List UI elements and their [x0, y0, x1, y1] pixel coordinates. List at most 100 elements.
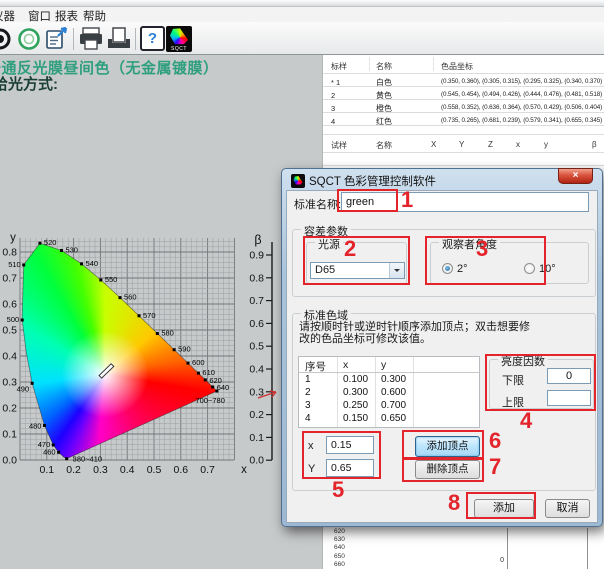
vt-col-x[interactable]: x: [343, 359, 348, 371]
annotation-number-6: 6: [489, 428, 501, 454]
cie-chromaticity-diagram: 0.10.20.30.40.50.60.70.00.10.20.30.40.50…: [0, 230, 250, 498]
col-coords[interactable]: 色品坐标: [441, 61, 473, 72]
wavelength-item: 620: [334, 528, 345, 536]
col-beta[interactable]: β: [592, 140, 597, 149]
vt-cell[interactable]: 1: [305, 374, 311, 385]
vt-cell[interactable]: 0.300: [381, 374, 406, 385]
std-row-coords[interactable]: (0.350, 0.360), (0.305, 0.315), (0.295, …: [441, 78, 602, 85]
col-X[interactable]: X: [431, 140, 436, 149]
col-Z[interactable]: Z: [488, 140, 493, 149]
svg-text:520: 520: [44, 238, 57, 247]
col-standard[interactable]: 标样: [331, 61, 347, 72]
print-icon[interactable]: [78, 26, 104, 52]
vt-divider: [413, 357, 414, 427]
vt-cell[interactable]: 0.300: [343, 387, 368, 398]
wavelength-item: 640: [334, 544, 345, 552]
annotation-box-7: [402, 458, 484, 482]
wavelength-item: 660: [334, 561, 345, 569]
annotation-box-2: [303, 236, 410, 285]
svg-text:500: 500: [7, 315, 20, 324]
toolbar-separator: [135, 28, 136, 50]
svg-text:540: 540: [86, 259, 99, 268]
annotation-box-8: [466, 492, 536, 519]
window-top-edge: [0, 0, 604, 7]
svg-text:0.8: 0.8: [249, 272, 264, 284]
vt-col-y[interactable]: y: [381, 359, 386, 371]
wavelength-list: 620 630 640 650 660: [334, 528, 345, 569]
svg-text:0.2: 0.2: [249, 409, 264, 421]
row-divider: [323, 86, 604, 87]
svg-text:0.7: 0.7: [249, 295, 264, 307]
vt-cell[interactable]: 0.150: [343, 413, 368, 424]
help-glyph: ?: [140, 26, 165, 51]
vt-cell[interactable]: 0.600: [381, 387, 406, 398]
col-name[interactable]: 名称: [376, 61, 392, 72]
annotation-number-2: 2: [344, 236, 356, 262]
vt-cell[interactable]: 0.100: [343, 374, 368, 385]
standard-name-label: 标准名称:: [294, 196, 341, 212]
annotation-number-4: 4: [520, 408, 532, 434]
header-divider: [369, 57, 370, 71]
dialog-app-icon: [291, 174, 305, 188]
col-sample[interactable]: 试样: [331, 140, 347, 151]
print-output-icon[interactable]: [106, 26, 132, 52]
svg-text:0.6: 0.6: [249, 318, 264, 330]
svg-text:570: 570: [143, 311, 156, 320]
annotation-box-6: [402, 430, 484, 459]
svg-text:0.5: 0.5: [249, 341, 264, 353]
toolbar: ? SQCT: [0, 22, 604, 55]
report-export-icon[interactable]: [44, 26, 70, 52]
svg-text:380~410: 380~410: [73, 455, 102, 464]
svg-text:510: 510: [8, 260, 21, 269]
svg-text:470: 470: [38, 440, 51, 449]
vt-cell[interactable]: 4: [305, 413, 311, 424]
vt-divider: [337, 357, 338, 427]
svg-text:580: 580: [161, 328, 174, 337]
annotation-number-8: 8: [448, 490, 460, 516]
wavelength-item: 630: [334, 536, 345, 544]
header-divider: [433, 57, 434, 71]
annotation-number-7: 7: [489, 454, 501, 480]
cie-labels-overlay: 380~410460470480490500510520530540550560…: [0, 230, 250, 498]
vt-cell[interactable]: 2: [305, 387, 311, 398]
svg-text:490: 490: [17, 384, 30, 393]
vt-cell[interactable]: 0.650: [381, 413, 406, 424]
svg-text:0.9: 0.9: [249, 250, 264, 262]
svg-text:0.4: 0.4: [249, 364, 264, 376]
row-divider: [323, 125, 604, 126]
col-y[interactable]: y: [544, 140, 548, 149]
std-row-coords[interactable]: (0.558, 0.352), (0.636, 0.364), (0.570, …: [441, 104, 602, 111]
svg-text:640: 640: [217, 383, 230, 392]
vt-cell[interactable]: 0.700: [381, 400, 406, 411]
sqct-label: SQCT: [166, 46, 192, 52]
vt-header-line: [299, 372, 479, 373]
svg-text:480: 480: [29, 421, 42, 430]
row-divider: [323, 112, 604, 113]
row-divider: [323, 73, 604, 74]
dialog-title: SQCT 色彩管理控制软件: [309, 173, 436, 189]
table-divider: [323, 134, 604, 135]
calibration-target-icon[interactable]: [16, 26, 42, 52]
cancel-button[interactable]: 取消: [545, 499, 590, 518]
std-row-coords[interactable]: (0.735, 0.265), (0.681, 0.239), (0.579, …: [441, 117, 602, 124]
dialog-title-bar[interactable]: SQCT 色彩管理控制软件: [291, 173, 436, 189]
svg-text:0.1: 0.1: [249, 432, 264, 444]
vt-cell[interactable]: 3: [305, 400, 311, 411]
sqct-logo-icon[interactable]: SQCT: [166, 26, 192, 52]
annotation-number-3: 3: [476, 236, 488, 262]
col-Y[interactable]: Y: [459, 140, 464, 149]
close-icon[interactable]: ×: [558, 168, 593, 184]
col-x[interactable]: x: [516, 140, 520, 149]
help-icon[interactable]: ?: [140, 26, 166, 52]
svg-text:560: 560: [124, 293, 137, 302]
svg-text:590: 590: [178, 345, 191, 354]
vertex-table[interactable]: 序号 x y 1 0.100 0.300 2 0.300 0.600 3 0.2…: [298, 356, 480, 428]
svg-text:0.0: 0.0: [249, 455, 264, 467]
svg-text:600: 600: [192, 358, 205, 367]
col-name[interactable]: 名称: [376, 140, 392, 151]
std-row-coords[interactable]: (0.545, 0.454), (0.494, 0.426), (0.444, …: [441, 91, 602, 98]
instrument-icon[interactable]: [0, 26, 13, 52]
svg-text:550: 550: [105, 275, 118, 284]
background-axis-line: [587, 528, 588, 569]
vt-cell[interactable]: 0.250: [343, 400, 368, 411]
